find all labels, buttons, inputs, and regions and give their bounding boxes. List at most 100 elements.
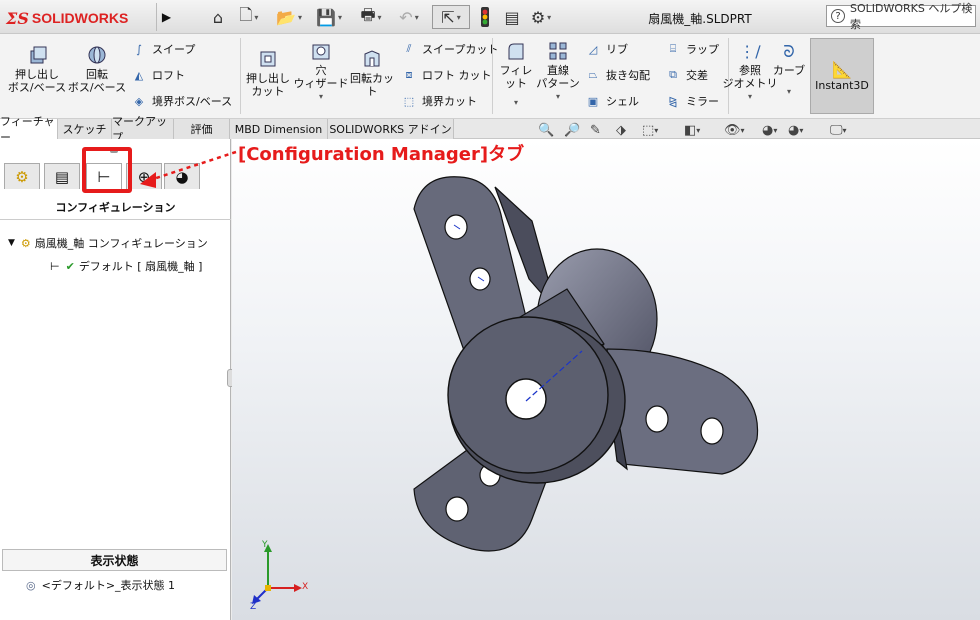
display-manager-tab-icon[interactable]: ◕ bbox=[164, 163, 200, 189]
hole-wizard-label: 穴 ウィザード bbox=[293, 64, 349, 90]
dropdown-arrow-icon[interactable]: ▾ bbox=[514, 96, 518, 109]
draft-label: 抜き勾配 bbox=[606, 69, 650, 82]
hide-show-items-icon[interactable]: 👁 ▾ bbox=[724, 121, 745, 139]
curves-button[interactable]: ᘐ カーブ ▾ bbox=[772, 40, 806, 98]
tab-markup[interactable]: マークアップ bbox=[112, 115, 174, 144]
dropdown-arrow-icon[interactable]: ▾ bbox=[787, 85, 791, 98]
z-axis-label: Z bbox=[250, 602, 257, 612]
configuration-manager-highlight bbox=[82, 147, 132, 193]
tree-root-label: 扇風機_軸 コンフィギュレーション bbox=[34, 237, 208, 250]
feature-manager-panel: ⚙ ▤ ⊢ ⊕ ◕ コンフィギュレーション ▼ ⚙ 扇風機_軸 コンフィギュレー… bbox=[0, 139, 235, 620]
expand-menu-arrow-icon[interactable]: ▶ bbox=[156, 3, 176, 31]
linear-pattern-label: 直線 パターン bbox=[536, 64, 580, 90]
rib-button[interactable]: ◿ リブ bbox=[584, 40, 628, 58]
fillet-button[interactable]: フィレット ▾ bbox=[496, 40, 536, 109]
shell-icon: ▣ bbox=[587, 94, 599, 108]
help-search-label: SOLIDWORKS ヘルプ検索 bbox=[850, 2, 973, 31]
home-icon[interactable]: ⌂ bbox=[206, 5, 230, 29]
sweep-cut-button[interactable]: ⫽ スイープカット bbox=[400, 40, 499, 58]
hole-wizard-button[interactable]: 穴 ウィザード ▾ bbox=[293, 40, 349, 103]
wrap-button[interactable]: ⌸ ラップ bbox=[664, 40, 719, 58]
graphics-area[interactable] bbox=[232, 139, 980, 620]
dropdown-arrow-icon[interactable]: ▾ bbox=[748, 90, 752, 103]
draft-button[interactable]: ⏢ 抜き勾配 bbox=[584, 66, 650, 84]
tab-solidworks-addins[interactable]: SOLIDWORKS アドイン bbox=[328, 119, 454, 139]
ribbon-separator bbox=[240, 38, 241, 114]
view-orientation-icon[interactable]: ⬚ ▾ bbox=[642, 121, 658, 139]
instant3d-icon: 📐 bbox=[832, 60, 852, 79]
reference-geometry-button[interactable]: ⋮∕ 参照 ジオメトリ ▾ bbox=[723, 40, 778, 103]
linear-pattern-button[interactable]: 直線 パターン ▾ bbox=[536, 40, 580, 103]
open-folder-icon[interactable]: 📂 ▾ bbox=[272, 5, 306, 29]
rebuild-icon[interactable] bbox=[476, 5, 494, 29]
instant3d-button[interactable]: 📐 Instant3D bbox=[810, 38, 874, 114]
previous-view-icon[interactable]: ✎ bbox=[590, 121, 601, 139]
tree-child-label: デフォルト [ 扇風機_軸 ] bbox=[78, 260, 203, 273]
section-view-icon[interactable]: ⬗ bbox=[616, 121, 626, 139]
zoom-to-area-icon[interactable]: 🔎 bbox=[564, 121, 580, 139]
loft-cut-label: ロフト カット bbox=[422, 69, 492, 82]
property-manager-tab-icon[interactable]: ▤ bbox=[44, 163, 80, 189]
zoom-to-fit-icon[interactable]: 🔍 bbox=[538, 121, 554, 139]
mirror-button[interactable]: ⧎ ミラー bbox=[664, 92, 719, 110]
loft-icon: ◭ bbox=[134, 68, 144, 82]
extrude-cut-icon bbox=[257, 48, 279, 70]
extrude-boss-button[interactable]: 押し出し ボス/ベース bbox=[8, 44, 66, 94]
checkmark-icon: ✔ bbox=[65, 259, 75, 273]
callout-label: [Configuration Manager]タブ bbox=[238, 144, 525, 165]
loft-button[interactable]: ◭ ロフト bbox=[130, 66, 185, 84]
undo-icon[interactable]: ↶ ▾ bbox=[394, 5, 424, 29]
revolve-cut-button[interactable]: 回転カット bbox=[348, 48, 396, 98]
view-settings-monitor-icon[interactable]: 🖵 ▾ bbox=[830, 121, 847, 139]
intersect-button[interactable]: ⧉ 交差 bbox=[664, 66, 708, 84]
select-pointer-icon[interactable]: ⇱ ▾ bbox=[432, 5, 470, 29]
extrude-boss-label: 押し出し ボス/ベース bbox=[7, 68, 67, 94]
revolve-boss-label: 回転 ボス/ベース bbox=[67, 68, 127, 94]
new-document-icon[interactable]: 🗋 ▾ bbox=[234, 5, 264, 29]
file-properties-icon[interactable]: ▤ bbox=[500, 5, 524, 29]
rib-icon: ◿ bbox=[588, 42, 598, 56]
collapse-arrow-icon[interactable]: ▼ bbox=[8, 238, 15, 248]
dropdown-arrow-icon[interactable]: ▾ bbox=[556, 90, 560, 103]
reference-geometry-icon: ⋮∕ bbox=[739, 41, 761, 61]
extrude-cut-button[interactable]: 押し出し カット bbox=[244, 48, 292, 98]
solidworks-logo[interactable]: ƩS SOLIDWORKS bbox=[6, 6, 128, 30]
coordinate-triad: Y X Z bbox=[238, 540, 318, 615]
save-icon[interactable]: 💾 ▾ bbox=[312, 5, 346, 29]
boundary-boss-icon: ◈ bbox=[134, 94, 144, 108]
mirror-icon: ⧎ bbox=[668, 94, 678, 108]
tab-evaluate[interactable]: 評価 bbox=[174, 119, 230, 139]
instant3d-label: Instant3D bbox=[815, 79, 869, 92]
display-state-label: <デフォルト>_表示状態 1 bbox=[41, 579, 176, 592]
fan-shaft-model[interactable] bbox=[232, 139, 980, 620]
loft-cut-button[interactable]: ⧈ ロフト カット bbox=[400, 66, 492, 84]
boundary-cut-button[interactable]: ⬚ 境界カット bbox=[400, 92, 477, 110]
shell-label: シェル bbox=[606, 95, 639, 108]
y-axis-label: Y bbox=[262, 540, 268, 550]
print-icon[interactable]: 🖶 ▾ bbox=[354, 5, 388, 29]
shell-button[interactable]: ▣ シェル bbox=[584, 92, 639, 110]
boundary-boss-button[interactable]: ◈ 境界ボス/ベース bbox=[130, 92, 232, 110]
loft-label: ロフト bbox=[152, 69, 185, 82]
display-style-icon[interactable]: ◧ ▾ bbox=[684, 121, 700, 139]
curves-label: カーブ bbox=[772, 64, 806, 77]
display-state-item[interactable]: ◎ <デフォルト>_表示状態 1 bbox=[26, 577, 175, 593]
rib-label: リブ bbox=[606, 43, 628, 56]
tab-sketch[interactable]: スケッチ bbox=[58, 119, 112, 139]
help-search-box[interactable]: ? SOLIDWORKS ヘルプ検索 bbox=[826, 2, 976, 31]
feature-manager-tab-icon[interactable]: ⚙ bbox=[4, 163, 40, 189]
tab-mbd-dimension[interactable]: MBD Dimension bbox=[230, 119, 328, 139]
draft-icon: ⏢ bbox=[588, 68, 598, 81]
options-gear-icon[interactable]: ⚙ ▾ bbox=[526, 5, 556, 29]
apply-scene-icon[interactable]: ◕ ▾ bbox=[788, 121, 803, 139]
tree-child-item[interactable]: ⊢ ✔ デフォルト [ 扇風機_軸 ] bbox=[50, 258, 202, 274]
sweep-cut-label: スイープカット bbox=[422, 43, 499, 56]
dropdown-arrow-icon[interactable]: ▾ bbox=[319, 90, 323, 103]
curves-icon: ᘐ bbox=[783, 41, 795, 61]
edit-appearance-icon[interactable]: ◕ ▾ bbox=[762, 121, 777, 139]
document-title: 扇風機_軸.SLDPRT bbox=[648, 12, 752, 26]
tab-features[interactable]: フィーチャー bbox=[0, 115, 58, 144]
revolve-boss-button[interactable]: 回転 ボス/ベース bbox=[68, 44, 126, 94]
sweep-button[interactable]: ∫ スイープ bbox=[130, 40, 195, 58]
tree-root-item[interactable]: ▼ ⚙ 扇風機_軸 コンフィギュレーション bbox=[8, 235, 208, 251]
